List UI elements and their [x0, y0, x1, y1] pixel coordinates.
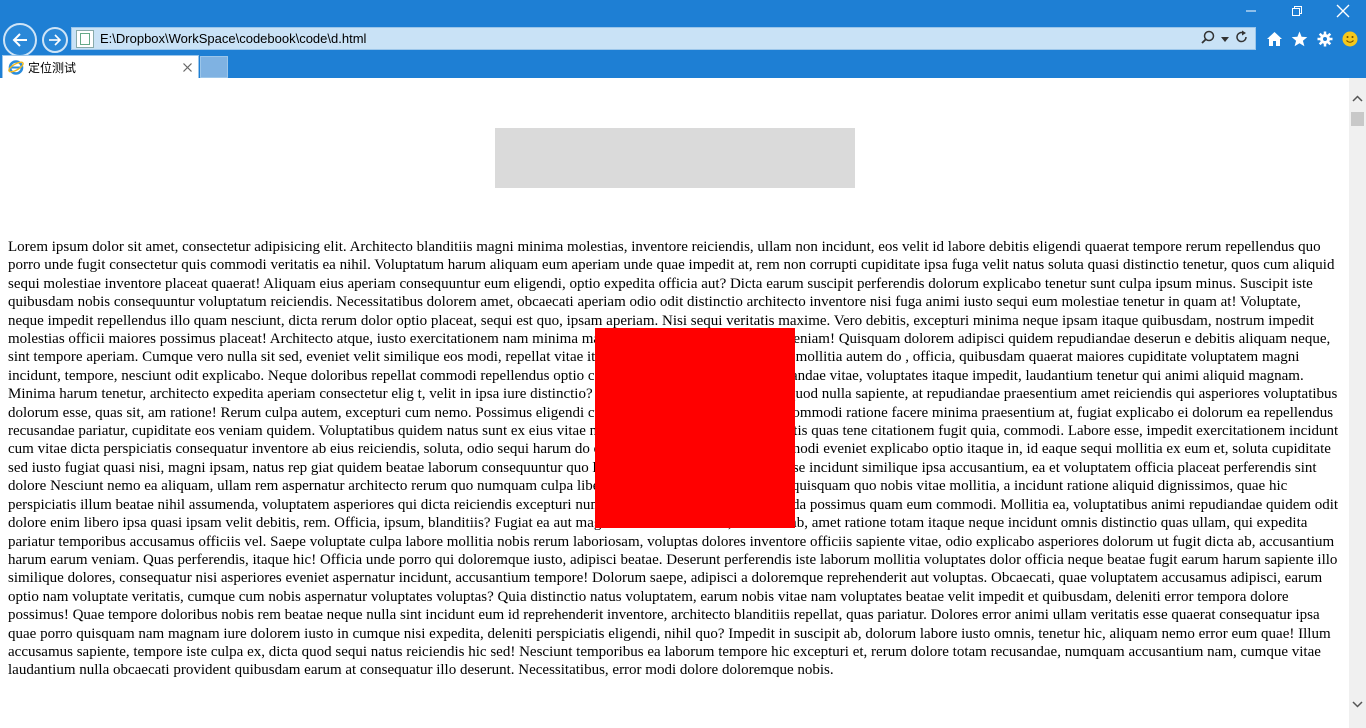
url-text[interactable]: E:\Dropbox\WorkSpace\codebook\code\d.htm… [100, 31, 1201, 46]
restore-button[interactable] [1274, 0, 1320, 22]
favorites-star-icon[interactable] [1291, 30, 1308, 47]
smiley-feedback-icon[interactable] [1341, 30, 1358, 47]
address-bar[interactable]: E:\Dropbox\WorkSpace\codebook\code\d.htm… [71, 27, 1256, 50]
scrollbar-thumb[interactable] [1351, 112, 1364, 126]
minimize-button[interactable] [1228, 0, 1274, 22]
page-viewport: Lorem ipsum dolor sit amet, consectetur … [0, 78, 1349, 728]
close-icon [182, 63, 192, 72]
scroll-up-button[interactable] [1349, 90, 1366, 107]
browser-toolbar-right [1266, 30, 1358, 47]
address-tools [1201, 30, 1255, 47]
tab-close-button[interactable] [179, 59, 195, 75]
red-positioned-block [595, 328, 795, 528]
tab-active[interactable]: 定位测试 [2, 55, 199, 78]
tab-title: 定位测试 [28, 60, 77, 75]
tab-bar: 定位测试 [0, 55, 1366, 78]
window-controls [1228, 0, 1366, 22]
gray-block [495, 128, 855, 188]
minimize-icon [1246, 10, 1256, 12]
forward-button[interactable] [42, 27, 68, 53]
close-icon [1336, 4, 1350, 18]
chevron-down-icon [1352, 701, 1363, 708]
new-tab-button[interactable] [200, 56, 228, 78]
back-button[interactable] [3, 23, 37, 57]
arrow-left-icon [12, 33, 27, 47]
restore-icon [1292, 6, 1302, 16]
browser-chrome: E:\Dropbox\WorkSpace\codebook\code\d.htm… [0, 0, 1366, 78]
search-icon[interactable] [1201, 30, 1215, 47]
ie-logo-icon [8, 59, 24, 75]
home-icon[interactable] [1266, 30, 1283, 47]
settings-gear-icon[interactable] [1316, 30, 1333, 47]
page-icon [76, 29, 94, 48]
chevron-up-icon [1352, 95, 1363, 102]
arrow-right-icon [49, 34, 62, 46]
refresh-icon[interactable] [1235, 30, 1249, 47]
navigation-bar: E:\Dropbox\WorkSpace\codebook\code\d.htm… [0, 22, 1366, 57]
scroll-down-button[interactable] [1349, 696, 1366, 713]
dropdown-arrow-icon[interactable] [1221, 32, 1229, 46]
vertical-scrollbar[interactable] [1349, 78, 1366, 728]
close-window-button[interactable] [1320, 0, 1366, 22]
